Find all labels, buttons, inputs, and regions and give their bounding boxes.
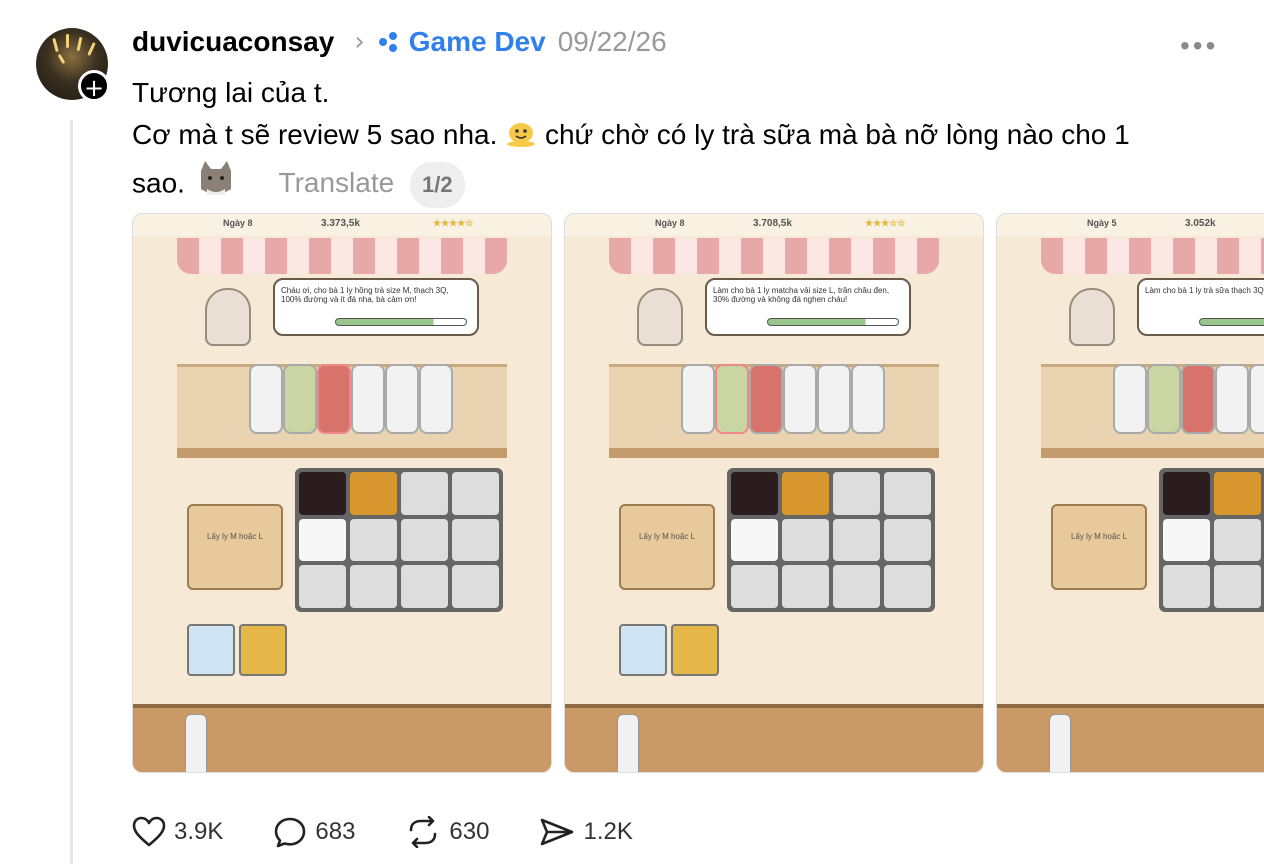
post-line-2: Cơ mà t sẽ review 5 sao nha. chứ chờ có …	[132, 114, 1242, 159]
like-count: 3.9K	[174, 818, 224, 845]
shop-awning	[177, 238, 507, 274]
customer-granny	[1069, 288, 1115, 346]
shelf	[177, 448, 507, 458]
shelf	[609, 448, 939, 458]
patience-bar	[1199, 318, 1264, 326]
dispenser[interactable]	[681, 364, 715, 434]
dispenser[interactable]	[249, 364, 283, 434]
shelf	[1041, 448, 1264, 458]
dispenser[interactable]	[783, 364, 817, 434]
comment-count: 683	[315, 818, 356, 845]
shop-awning	[609, 238, 939, 274]
patience-bar	[767, 318, 899, 326]
cup-board[interactable]: Lấy ly M hoặc L	[187, 504, 283, 590]
game-hud: Ngày 5 3.052k	[997, 214, 1264, 236]
dispenser[interactable]	[385, 364, 419, 434]
send-icon	[541, 818, 574, 846]
dispenser[interactable]	[749, 364, 783, 434]
dispenser[interactable]	[851, 364, 885, 434]
syrup-bottle[interactable]	[617, 714, 639, 772]
share-button[interactable]: 1.2K	[539, 816, 633, 848]
bottom-counter	[997, 704, 1264, 772]
game-screenshot-3[interactable]: Ngày 5 3.052k Làm cho bà 1 ly trà sữa th…	[996, 213, 1264, 773]
translation-pager[interactable]: 1/2	[409, 161, 465, 208]
sugar-bin[interactable]	[239, 624, 287, 676]
post-header: duvicuaconsay › Game Dev 09/22/26	[132, 24, 667, 60]
customer-granny	[205, 288, 251, 346]
topping-grid[interactable]	[727, 468, 935, 612]
dispenser[interactable]	[1215, 364, 1249, 434]
star-rating-icon: ★★★★☆	[433, 218, 474, 228]
post-date: 09/22/26	[557, 26, 667, 57]
topic-tag[interactable]: Game Dev	[378, 26, 546, 58]
comment-button[interactable]: 683	[273, 816, 355, 848]
dispenser[interactable]	[419, 364, 453, 434]
game-screenshot-2[interactable]: Ngày 8 3.708,5k ★★★☆☆ Làm cho bà 1 ly ma…	[564, 213, 984, 773]
dispenser[interactable]	[1147, 364, 1181, 434]
cup-board[interactable]: Lấy ly M hoặc L	[619, 504, 715, 590]
share-count: 1.2K	[583, 818, 633, 845]
melting-face-emoji-icon	[505, 115, 537, 159]
cat-sticker-icon	[193, 159, 237, 211]
syrup-bottle[interactable]	[1049, 714, 1071, 772]
thread-line	[70, 120, 73, 864]
game-hud: Ngày 8 3.373,5k ★★★★☆	[133, 214, 551, 236]
repost-count: 630	[449, 818, 490, 845]
post-line-1: Tương lai của t.	[132, 77, 330, 108]
dispenser[interactable]	[715, 364, 749, 434]
dispenser[interactable]	[1181, 364, 1215, 434]
shop-awning	[1041, 238, 1264, 274]
post-line-3: sao. Translate 1/2	[132, 159, 1242, 211]
dispenser[interactable]	[1113, 364, 1147, 434]
dispenser[interactable]	[317, 364, 351, 434]
like-button[interactable]: 3.9K	[132, 816, 223, 848]
topic-name: Game Dev	[408, 26, 546, 57]
repost-button[interactable]: 630	[405, 816, 489, 848]
cup-board[interactable]: Lấy ly M hoặc L	[1051, 504, 1147, 590]
customer-granny	[637, 288, 683, 346]
ice-bin[interactable]	[187, 624, 235, 676]
follow-plus-icon[interactable]: +	[78, 70, 110, 102]
ice-bin[interactable]	[619, 624, 667, 676]
image-carousel[interactable]: Ngày 8 3.373,5k ★★★★☆ Cháu ơi, cho bà 1 …	[132, 213, 1264, 773]
comment-icon	[275, 817, 306, 848]
username[interactable]: duvicuaconsay	[132, 26, 334, 58]
dispenser[interactable]	[817, 364, 851, 434]
order-bubble: Làm cho bà 1 ly trà sữa thạch 3Q nha con…	[1137, 278, 1264, 336]
post-body: Tương lai của t. Cơ mà t sẽ review 5 sao…	[132, 72, 1242, 211]
topping-grid[interactable]	[295, 468, 503, 612]
order-bubble: Cháu ơi, cho bà 1 ly hồng trà size M, th…	[273, 278, 479, 336]
star-rating-icon: ★★★☆☆	[865, 218, 906, 228]
topping-grid[interactable]	[1159, 468, 1264, 612]
sugar-bin[interactable]	[671, 624, 719, 676]
syrup-bottle[interactable]	[185, 714, 207, 772]
action-bar: 3.9K 683 630 1.2K	[132, 812, 683, 852]
order-bubble: Làm cho bà 1 ly matcha vải size L, trân …	[705, 278, 911, 336]
repost-icon	[410, 816, 437, 848]
chevron-right-icon: ›	[354, 27, 365, 57]
more-options-icon[interactable]: •••	[1180, 30, 1218, 62]
topic-dots-icon	[378, 31, 401, 53]
translate-link[interactable]: Translate	[279, 167, 395, 198]
dispenser[interactable]	[283, 364, 317, 434]
dispenser[interactable]	[351, 364, 385, 434]
game-hud: Ngày 8 3.708,5k ★★★☆☆	[565, 214, 983, 236]
patience-bar	[335, 318, 467, 326]
game-screenshot-1[interactable]: Ngày 8 3.373,5k ★★★★☆ Cháu ơi, cho bà 1 …	[132, 213, 552, 773]
heart-icon	[132, 816, 166, 847]
dispenser[interactable]	[1249, 364, 1264, 434]
